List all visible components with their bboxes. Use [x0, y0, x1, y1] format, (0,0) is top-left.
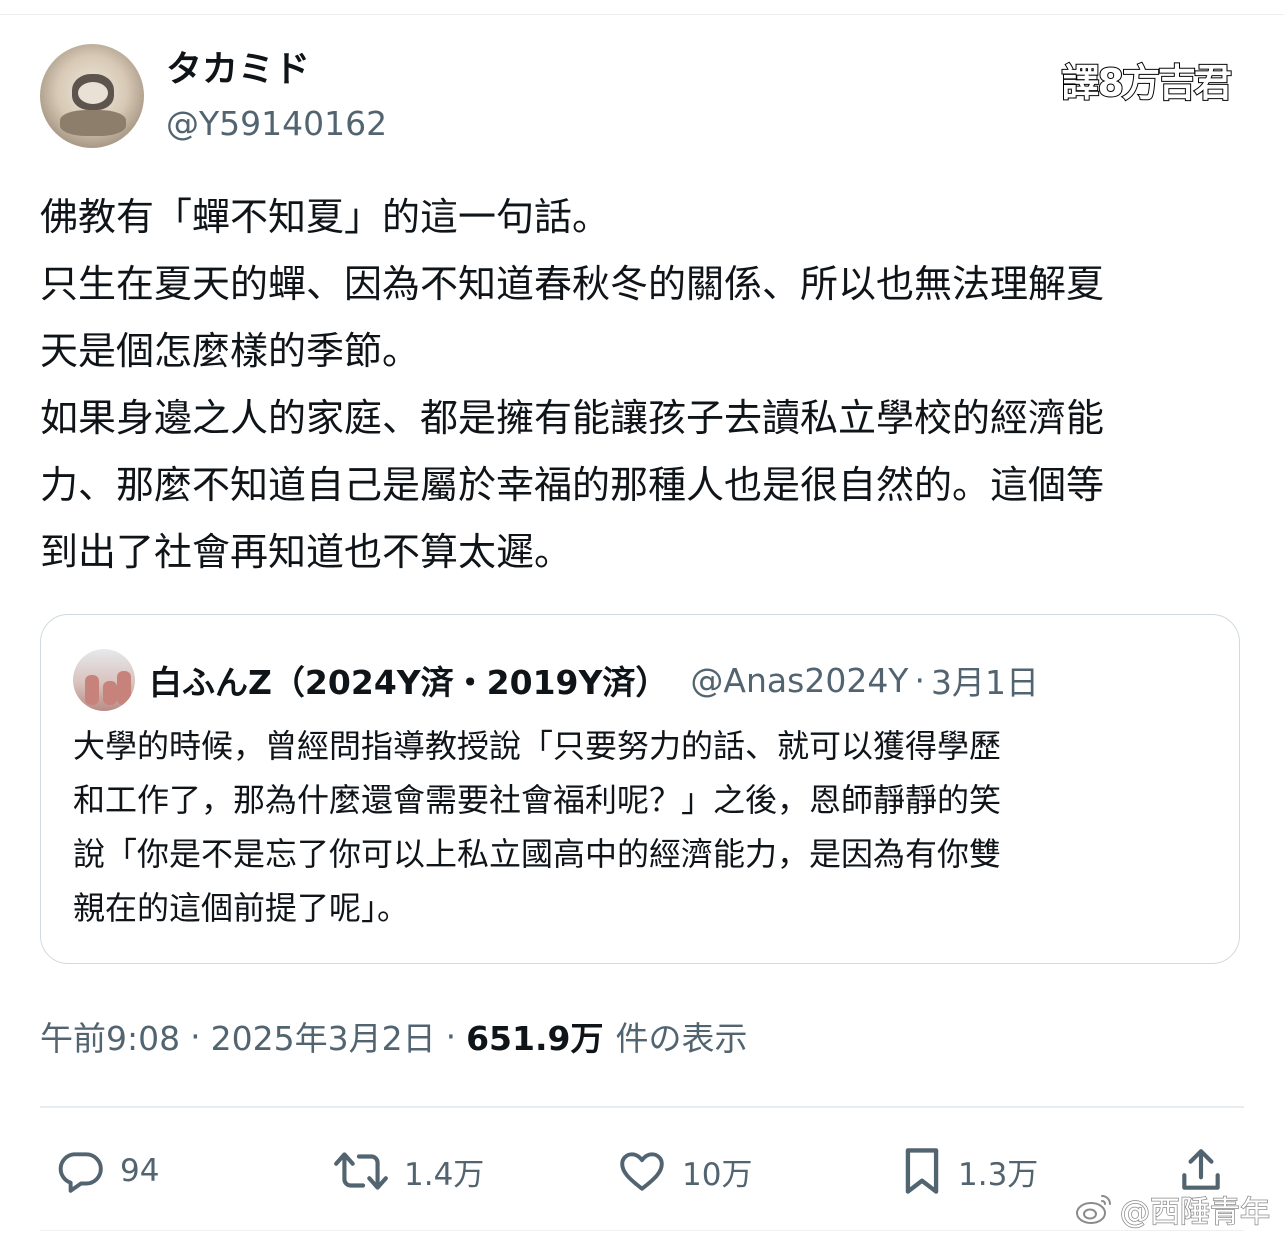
- tweet-line: 力、那麼不知道自己是屬於幸福的那種人也是很自然的。這個等: [40, 463, 1105, 507]
- quoted-tweet-header: 白ふんZ（2024Y済・2019Y済） @Anas2024Y · 3月1日: [149, 655, 1039, 705]
- meta-separator: ·: [445, 1016, 457, 1056]
- quoted-line: 大學的時候，曾經問指導教授說「只要努力的話、就可以獲得學歷: [73, 727, 1002, 765]
- tweet-line: 天是個怎麼樣的季節。: [40, 329, 421, 373]
- repost-count: 1.4万: [404, 1156, 485, 1193]
- bottom-divider: [40, 1230, 1244, 1231]
- weibo-icon: [1076, 1195, 1111, 1224]
- meta-separator: ·: [190, 1016, 201, 1056]
- views-count: 651.9万: [466, 1019, 604, 1058]
- tweet-time[interactable]: 午前9:08: [40, 1012, 180, 1060]
- heart-icon: [620, 1152, 664, 1191]
- bookmark-count: 1.3万: [958, 1156, 1039, 1193]
- views-label: 件の表示: [615, 1019, 748, 1058]
- tweet-line: 佛教有「蟬不知夏」的這一句話。: [40, 195, 611, 239]
- tweet-line: 只生在夏天的蟬、因為不知道春秋冬的關係、所以也無法理解夏: [40, 262, 1105, 306]
- tweet-date[interactable]: 2025年3月2日: [211, 1012, 436, 1060]
- reply-icon: [58, 1152, 103, 1193]
- quoted-line: 親在的這個前提了呢」。: [73, 889, 410, 927]
- tweet-metadata: 午前9:08 · 2025年3月2日 · 651.9万 件の表示: [40, 1008, 747, 1064]
- weibo-watermark: @西陲青年: [1074, 1186, 1271, 1232]
- quoted-line: 和工作了，那為什麼還會需要社會福利呢？」之後，恩師靜靜的笑: [73, 781, 1002, 819]
- bookmark-icon: [905, 1148, 939, 1194]
- author-handle[interactable]: @Y59140162: [166, 102, 387, 146]
- tweet-line: 如果身邊之人的家庭、都是擁有能讓孩子去讀私立學校的經濟能: [40, 396, 1105, 440]
- like-button[interactable]: 10万: [616, 1138, 752, 1204]
- translator-watermark: 譯8方吉君: [1061, 60, 1233, 106]
- quoted-tweet-card[interactable]: 白ふんZ（2024Y済・2019Y済） @Anas2024Y · 3月1日 大學…: [40, 614, 1240, 964]
- tweet-text: 佛教有「蟬不知夏」的這一句話。 只生在夏天的蟬、因為不知道春秋冬的關係、所以也無…: [40, 184, 1248, 586]
- tweet-line: 到出了社會再知道也不算太遲。: [40, 530, 573, 574]
- weibo-watermark-text: @西陲青年: [1119, 1194, 1271, 1231]
- author-avatar[interactable]: [40, 44, 144, 148]
- quoted-line: 說「你是不是忘了你可以上私立國高中的經濟能力，是因為有你雙: [73, 835, 1002, 873]
- quoted-author-handle: @Anas2024Y: [690, 660, 909, 700]
- action-bar: 94 1.4万 10万 1.3万: [40, 1138, 1240, 1204]
- repost-button[interactable]: 1.4万: [332, 1138, 484, 1204]
- quoted-author-name: 白ふんZ（2024Y済・2019Y済）: [149, 663, 669, 702]
- quoted-author-avatar: [73, 649, 135, 711]
- author-display-name[interactable]: タカミド: [166, 46, 310, 94]
- quoted-separator: ·: [914, 660, 925, 700]
- quoted-tweet-date: 3月1日: [930, 663, 1039, 702]
- quoted-tweet-text: 大學的時候，曾經問指導教授說「只要努力的話、就可以獲得學歷 和工作了，那為什麼還…: [73, 719, 1223, 935]
- actions-divider: [40, 1106, 1244, 1108]
- repost-icon: [334, 1152, 388, 1190]
- reply-count: 94: [120, 1153, 160, 1189]
- like-count: 10万: [682, 1156, 753, 1193]
- top-divider: [0, 14, 1284, 15]
- reply-button[interactable]: 94: [54, 1138, 159, 1204]
- bookmark-button[interactable]: 1.3万: [900, 1138, 1038, 1204]
